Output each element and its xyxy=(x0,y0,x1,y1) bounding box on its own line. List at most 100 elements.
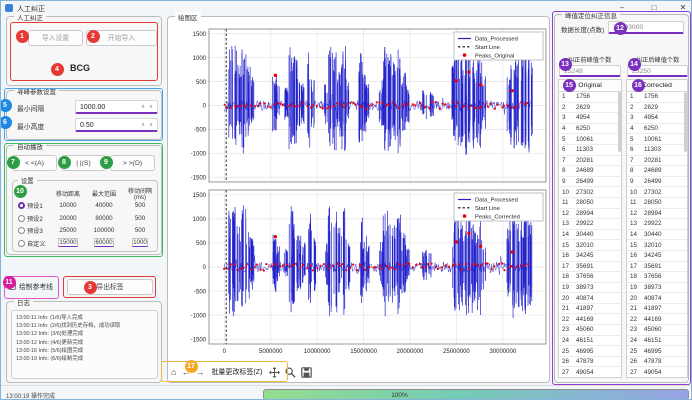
preset-option[interactable]: 预设3 xyxy=(15,226,51,235)
table-row[interactable]: 22629 xyxy=(627,103,687,114)
table-row[interactable]: 11756 xyxy=(559,92,621,103)
table-row[interactable]: 46250 xyxy=(559,124,621,135)
start-import-button[interactable]: 开始导入 xyxy=(86,30,157,46)
table-row[interactable]: 2244169 xyxy=(627,314,687,325)
home-icon[interactable]: ⌂ xyxy=(171,366,176,378)
step-forward-button[interactable]: > >(D) xyxy=(110,155,155,171)
table-row[interactable]: 1228994 xyxy=(627,209,687,220)
table-row[interactable]: 46250 xyxy=(627,124,687,135)
row-index: 14 xyxy=(559,231,576,238)
table-row[interactable]: 2040874 xyxy=(627,293,687,304)
radio-icon[interactable] xyxy=(18,240,25,247)
table-row[interactable]: 1228994 xyxy=(559,209,621,220)
table-row[interactable]: 2446151 xyxy=(627,336,687,347)
table-row[interactable]: 1430440 xyxy=(627,230,687,241)
forward-icon[interactable]: → xyxy=(195,366,204,378)
table-row[interactable]: 720281 xyxy=(627,156,687,167)
table-row[interactable]: 11756 xyxy=(627,92,687,103)
table-row[interactable]: 1532010 xyxy=(559,240,621,251)
radio-icon[interactable] xyxy=(18,227,25,234)
maximize-button[interactable]: □ xyxy=(641,2,667,14)
table-row[interactable]: 34954 xyxy=(627,113,687,124)
table-scrollbar[interactable] xyxy=(618,92,621,152)
table-row[interactable]: 1938973 xyxy=(627,283,687,294)
zoom-icon[interactable] xyxy=(285,367,296,378)
spin-down-icon[interactable]: ∨ xyxy=(149,122,153,128)
table-row[interactable]: 1430440 xyxy=(559,230,621,241)
table-row[interactable]: 22629 xyxy=(559,103,621,114)
table-row[interactable]: 2141897 xyxy=(627,304,687,315)
spin-up-icon[interactable]: ∧ xyxy=(141,122,145,128)
custom-value-input[interactable]: 15000 xyxy=(58,238,77,247)
table-row[interactable]: 2446151 xyxy=(559,336,621,347)
table-row[interactable]: 824689 xyxy=(627,166,687,177)
table-row[interactable]: 1027302 xyxy=(559,187,621,198)
preset-value-input[interactable]: 60000 xyxy=(85,239,123,247)
custom-value-input[interactable]: 60000 xyxy=(94,238,113,247)
preset-option[interactable]: 自定义 xyxy=(15,239,51,248)
table-row[interactable]: 1329922 xyxy=(627,219,687,230)
table-row[interactable]: 2749054 xyxy=(627,367,687,378)
batch-edit-labels-button[interactable]: 批量更改标签(Z) xyxy=(209,367,264,377)
min-interval-spinner[interactable]: 1000.00 ∧ ∨ xyxy=(75,100,158,114)
preset-option[interactable]: 预设2 xyxy=(15,214,51,223)
table-scrollbar[interactable] xyxy=(684,92,687,152)
radio-icon[interactable] xyxy=(18,202,25,209)
preset-value-input[interactable]: 1000 xyxy=(123,239,157,247)
table-row[interactable]: 2244169 xyxy=(559,314,621,325)
table-row[interactable]: 1027302 xyxy=(627,187,687,198)
pan-icon[interactable] xyxy=(269,367,280,378)
export-labels-button[interactable]: 导出标签 xyxy=(67,279,153,295)
table-row[interactable]: 2749054 xyxy=(559,367,621,378)
table-row[interactable]: 510061 xyxy=(559,134,621,145)
table-row[interactable]: 1329922 xyxy=(559,219,621,230)
save-icon[interactable] xyxy=(301,367,312,378)
custom-value-input[interactable]: 1000 xyxy=(132,238,148,247)
figure-canvas[interactable]: 150010005000-500-1000-1500Data_Processed… xyxy=(169,22,549,365)
radio-icon[interactable] xyxy=(18,215,25,222)
table-row[interactable]: 2345060 xyxy=(627,325,687,336)
draw-reference-checkbox[interactable]: 绘制参考线 xyxy=(8,281,53,291)
table-row[interactable]: 2040874 xyxy=(559,293,621,304)
table-row[interactable]: 1837656 xyxy=(627,272,687,283)
table-row[interactable]: 1735691 xyxy=(559,262,621,273)
table-row[interactable]: 2141897 xyxy=(559,304,621,315)
row-value: 35691 xyxy=(644,263,662,270)
table-row[interactable]: 611303 xyxy=(627,145,687,156)
spin-up-icon[interactable]: ∧ xyxy=(141,104,145,110)
min-height-spinner[interactable]: 0.50 ∧ ∨ xyxy=(75,118,158,132)
table-row[interactable]: 34954 xyxy=(559,113,621,124)
table-row[interactable]: 1532010 xyxy=(627,240,687,251)
corrected-peaks-table[interactable]: Corrected 117562262934954462505100616113… xyxy=(626,79,688,378)
checkbox-icon[interactable] xyxy=(8,282,16,290)
original-peaks-table[interactable]: Original 1175622629349544625051006161130… xyxy=(558,79,622,378)
pause-button[interactable]: | |(S) xyxy=(61,155,106,171)
log-list[interactable]: 13:00:11 Info: (1/6)导入完成13:00:11 Info: (… xyxy=(11,310,158,379)
table-row[interactable]: 824689 xyxy=(559,166,621,177)
table-row[interactable]: 1128050 xyxy=(627,198,687,209)
plots-svg[interactable]: 150010005000-500-1000-1500Data_Processed… xyxy=(169,22,549,360)
table-row[interactable]: 926499 xyxy=(627,177,687,188)
table-row[interactable]: 2546995 xyxy=(627,346,687,357)
table-row[interactable]: 510061 xyxy=(627,134,687,145)
table-row[interactable]: 2345060 xyxy=(559,325,621,336)
table-row[interactable]: 2647878 xyxy=(559,357,621,368)
table-row[interactable]: 1735691 xyxy=(627,262,687,273)
table-row[interactable]: 1837656 xyxy=(559,272,621,283)
step-back-button[interactable]: < <(A) xyxy=(12,155,57,171)
table-row[interactable]: 1938973 xyxy=(559,283,621,294)
spin-down-icon[interactable]: ∨ xyxy=(149,104,153,110)
table-row[interactable]: 1634245 xyxy=(627,251,687,262)
table-row[interactable]: 1128050 xyxy=(559,198,621,209)
table-row[interactable]: 1634245 xyxy=(559,251,621,262)
back-icon[interactable]: ← xyxy=(181,366,190,378)
table-row[interactable]: 611303 xyxy=(559,145,621,156)
table-row[interactable]: 2546995 xyxy=(559,346,621,357)
table-row[interactable]: 2647878 xyxy=(627,357,687,368)
close-button[interactable]: ✕ xyxy=(673,2,692,14)
import-settings-button[interactable]: 导入设置 xyxy=(28,30,83,46)
preset-value-input[interactable]: 15000 xyxy=(51,239,85,247)
preset-option[interactable]: 预设1 xyxy=(15,201,51,210)
table-row[interactable]: 720281 xyxy=(559,156,621,167)
table-row[interactable]: 926499 xyxy=(559,177,621,188)
